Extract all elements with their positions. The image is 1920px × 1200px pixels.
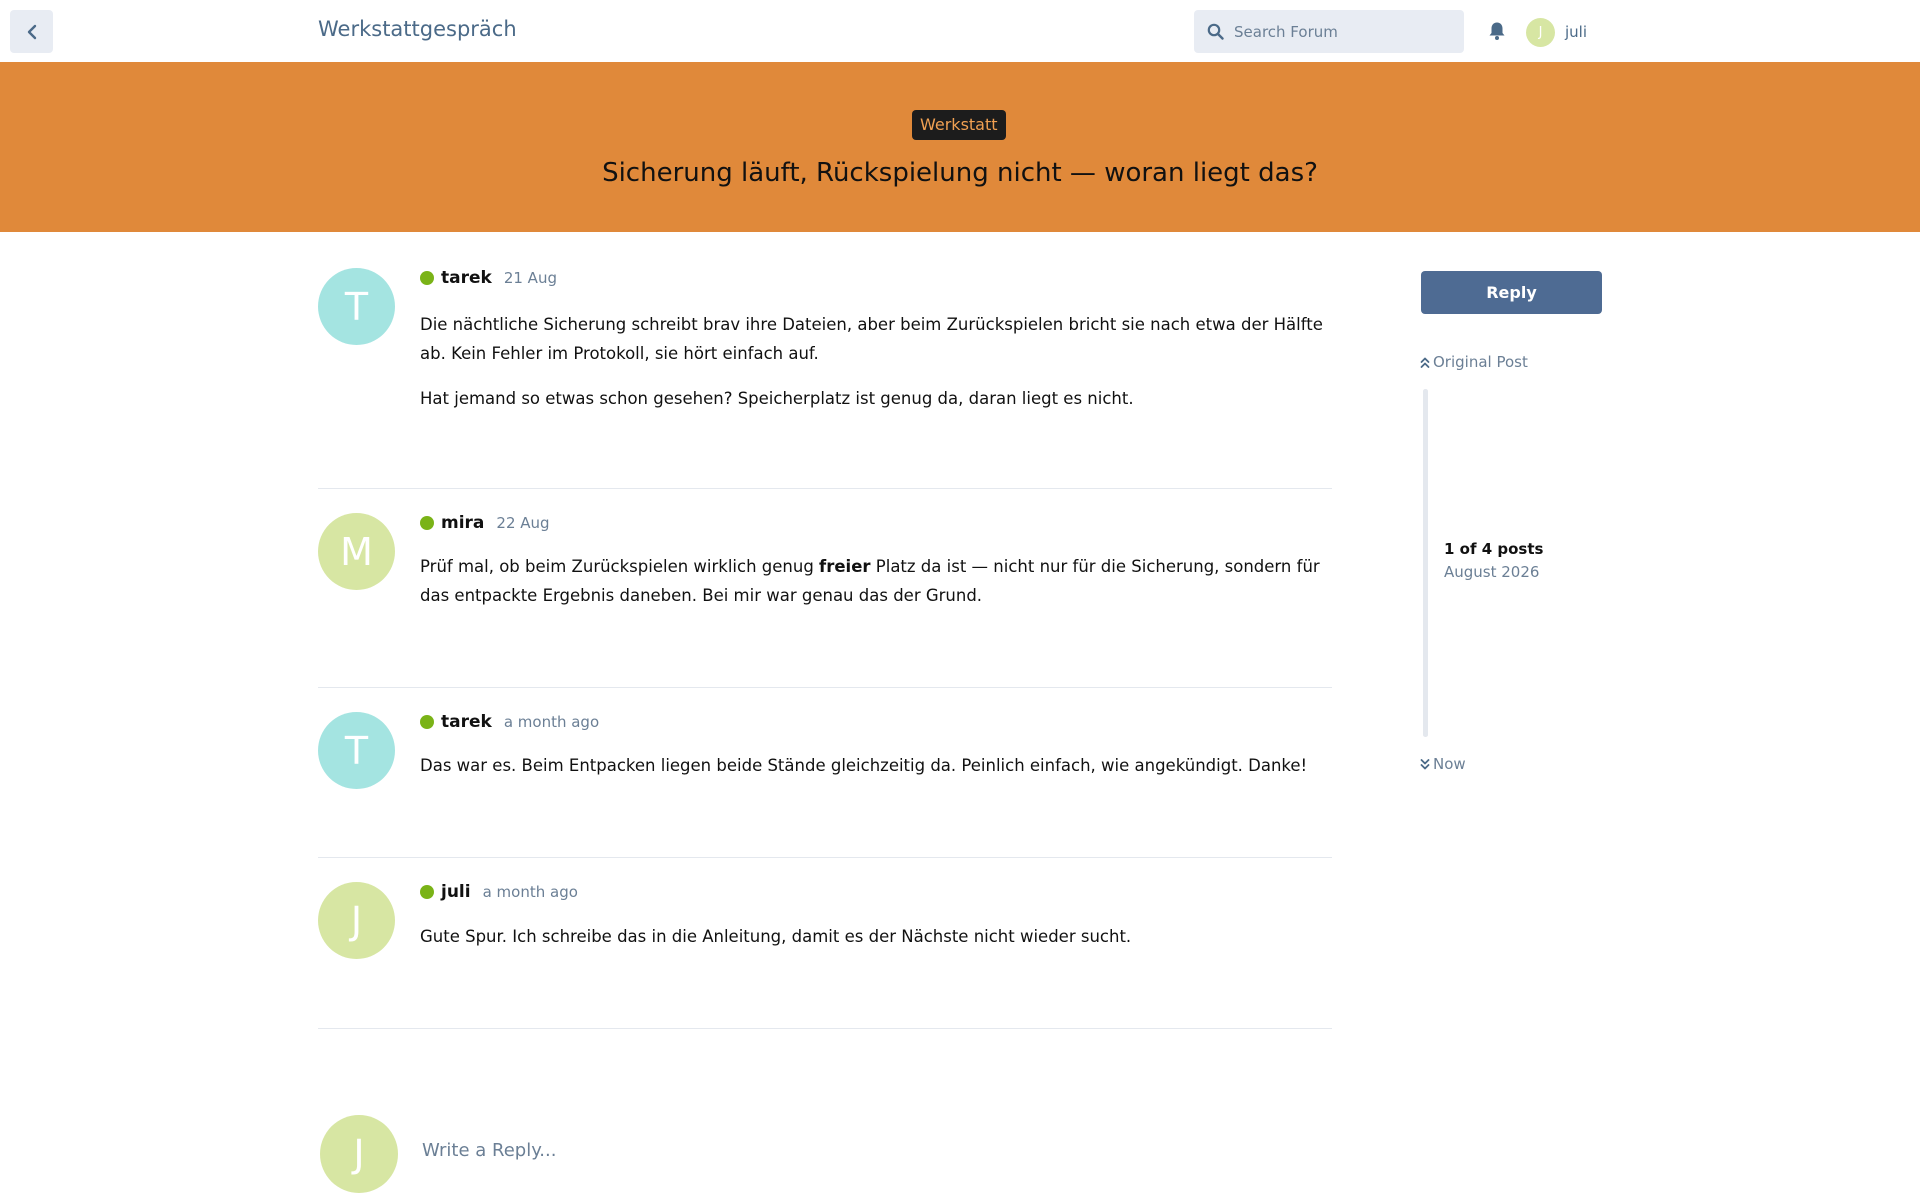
post-header: tarek a month ago xyxy=(420,712,599,732)
avatar[interactable]: J xyxy=(318,882,395,959)
avatar[interactable]: T xyxy=(318,712,395,789)
post-paragraph: Die nächtliche Sicherung schreibt brav i… xyxy=(420,315,1323,363)
post-item: T tarek a month ago Das war es. Beim Ent… xyxy=(318,688,1332,858)
post-author[interactable]: tarek xyxy=(441,268,492,288)
reply-button[interactable]: Reply xyxy=(1421,271,1602,314)
chevron-left-icon xyxy=(26,24,38,40)
search-icon xyxy=(1207,23,1224,40)
user-name: juli xyxy=(1565,23,1588,41)
post-count: 1 of 4 posts xyxy=(1444,540,1544,558)
post-text: Prüf mal, ob beim Zurückspielen wirklich… xyxy=(420,557,820,576)
post-item: M mira 22 Aug Prüf mal, ob beim Zurücksp… xyxy=(318,489,1332,688)
double-chevron-down-icon xyxy=(1420,758,1430,769)
post-text-bold: freier xyxy=(819,557,871,576)
scrubber-date: August 2026 xyxy=(1444,563,1540,581)
avatar[interactable]: T xyxy=(318,268,395,345)
top-bar: Werkstattgespräch J juli xyxy=(0,0,1920,62)
post-body: Das war es. Beim Entpacken liegen beide … xyxy=(420,751,1332,796)
search-input[interactable] xyxy=(1234,22,1454,41)
post-header: tarek 21 Aug xyxy=(420,268,557,288)
back-button[interactable] xyxy=(10,10,53,53)
online-status-dot xyxy=(420,271,434,285)
notifications-button[interactable] xyxy=(1486,20,1508,42)
post-stream: T tarek 21 Aug Die nächtliche Sicherung … xyxy=(318,232,1332,1029)
now-label: Now xyxy=(1433,755,1466,773)
post-author[interactable]: mira xyxy=(441,513,484,533)
online-status-dot xyxy=(420,715,434,729)
post-author[interactable]: juli xyxy=(441,882,471,902)
original-post-label: Original Post xyxy=(1433,353,1528,371)
reply-placeholder[interactable]: Write a Reply... xyxy=(422,1140,556,1161)
post-header: juli a month ago xyxy=(420,882,578,902)
tag-badge[interactable]: Werkstatt xyxy=(912,110,1006,140)
scrubber-info: 1 of 4 posts August 2026 xyxy=(1444,540,1543,581)
post-time[interactable]: 21 Aug xyxy=(504,269,557,287)
reply-composer[interactable]: J Write a Reply... xyxy=(318,1113,1332,1193)
scrubber-handle[interactable] xyxy=(1423,389,1428,737)
user-menu[interactable]: J juli xyxy=(1526,17,1587,47)
forum-title[interactable]: Werkstattgespräch xyxy=(318,17,517,41)
post-paragraph: Hat jemand so etwas schon gesehen? Speic… xyxy=(420,389,1134,408)
post-item: J juli a month ago Gute Spur. Ich schrei… xyxy=(318,858,1332,1029)
avatar[interactable]: M xyxy=(318,513,395,590)
search-box[interactable] xyxy=(1194,10,1464,53)
post-paragraph: Das war es. Beim Entpacken liegen beide … xyxy=(420,756,1308,775)
bell-icon xyxy=(1488,21,1506,41)
post-header: mira 22 Aug xyxy=(420,513,550,533)
post-paragraph: Prüf mal, ob beim Zurückspielen wirklich… xyxy=(420,552,1332,610)
post-item: T tarek 21 Aug Die nächtliche Sicherung … xyxy=(318,232,1332,489)
post-body: Prüf mal, ob beim Zurückspielen wirklich… xyxy=(420,552,1332,626)
original-post-link[interactable]: Original Post xyxy=(1420,353,1528,371)
discussion-hero xyxy=(0,62,1920,232)
now-link[interactable]: Now xyxy=(1420,755,1466,773)
post-author[interactable]: tarek xyxy=(441,712,492,732)
online-status-dot xyxy=(420,516,434,530)
discussion-title: Sicherung läuft, Rückspielung nicht — wo… xyxy=(602,158,1318,188)
post-time[interactable]: 22 Aug xyxy=(496,514,549,532)
post-paragraph: Gute Spur. Ich schreibe das in die Anlei… xyxy=(420,927,1132,946)
avatar: J xyxy=(1526,17,1555,47)
double-chevron-up-icon xyxy=(1420,357,1430,368)
post-time[interactable]: a month ago xyxy=(504,713,599,731)
post-time[interactable]: a month ago xyxy=(483,883,578,901)
avatar: J xyxy=(320,1115,398,1193)
online-status-dot xyxy=(420,885,434,899)
post-body: Gute Spur. Ich schreibe das in die Anlei… xyxy=(420,922,1332,967)
post-body: Die nächtliche Sicherung schreibt brav i… xyxy=(420,310,1332,429)
